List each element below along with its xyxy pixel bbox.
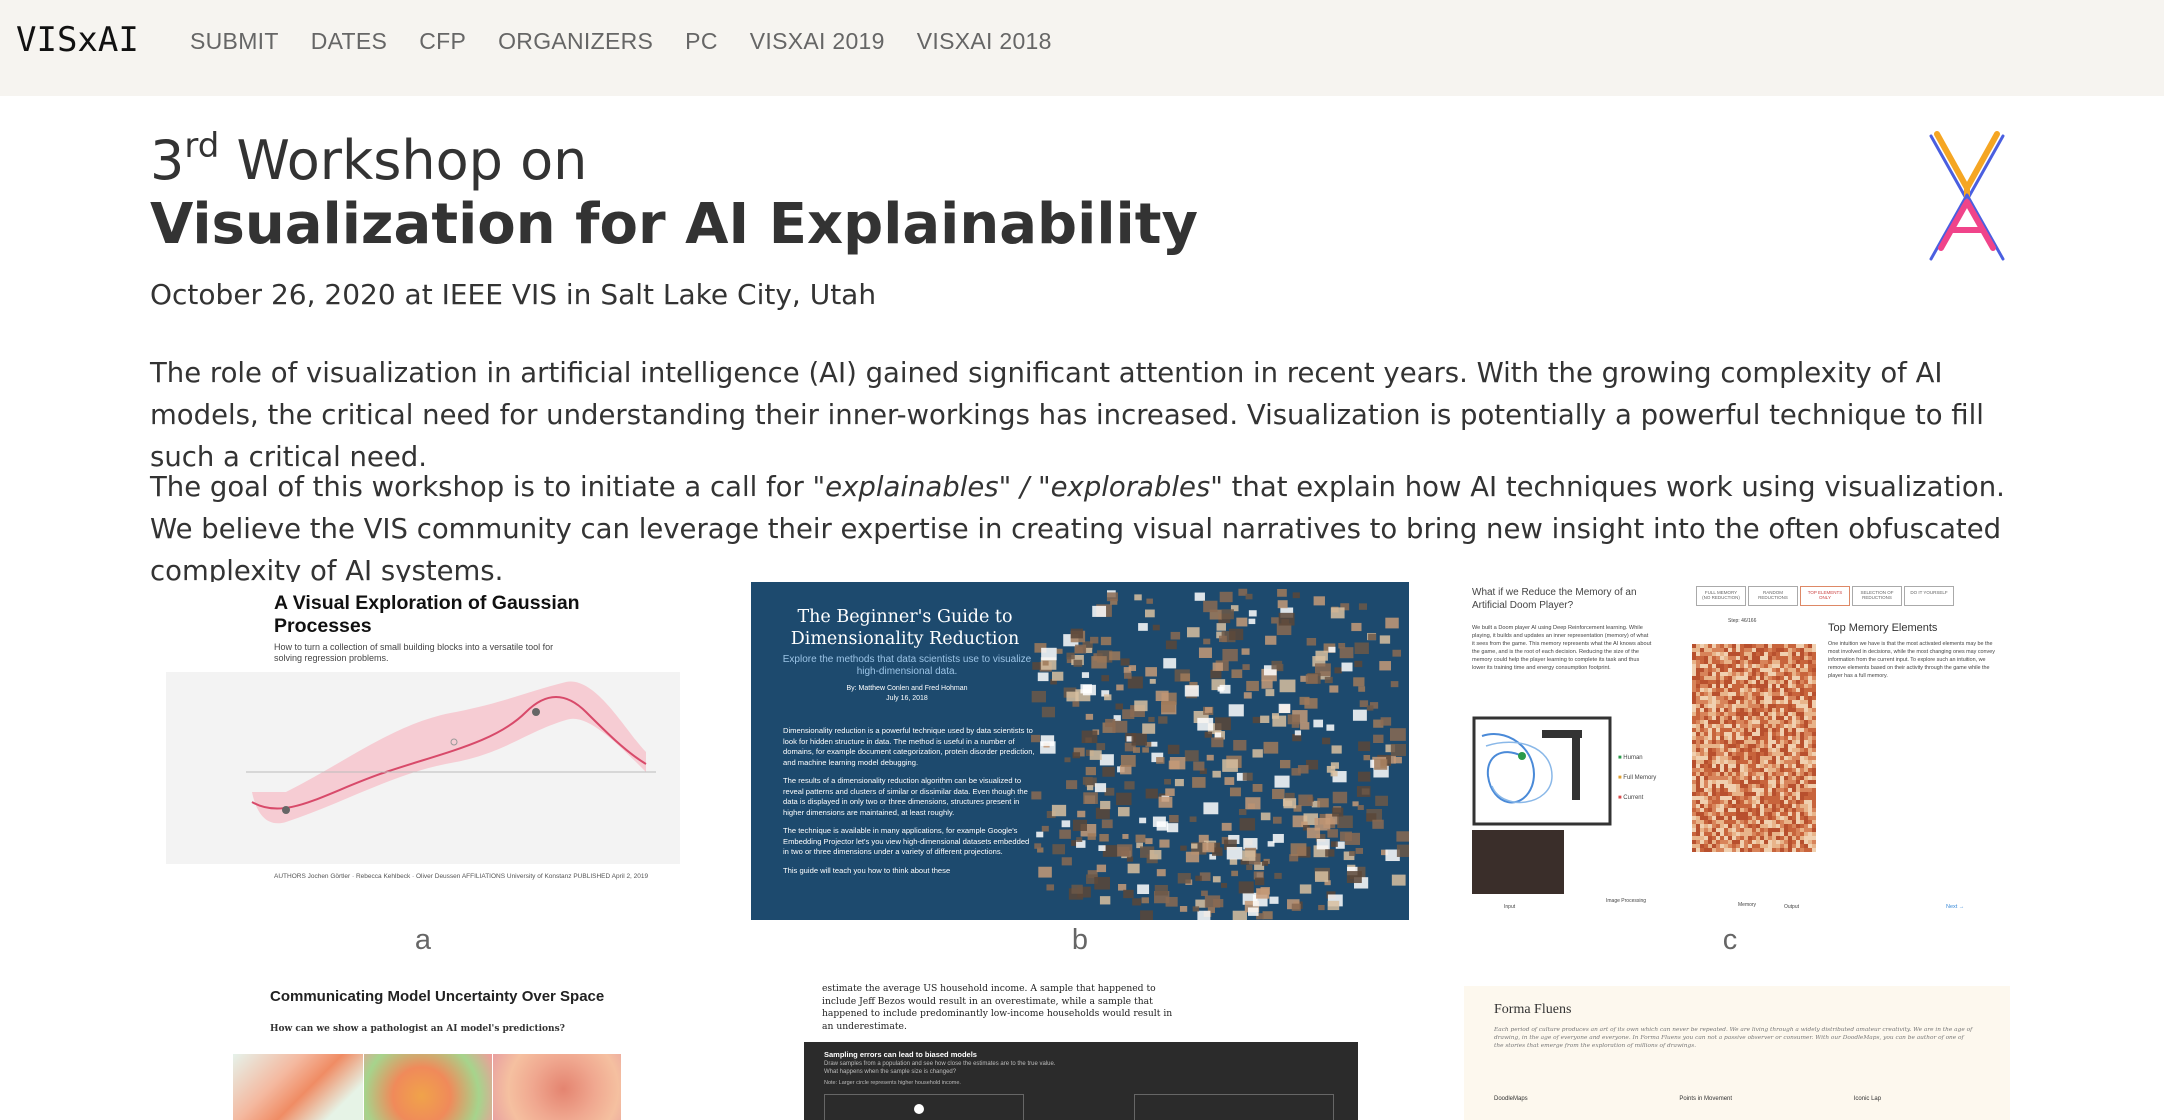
legend-full-memory: ■ Full Memory <box>1618 775 1657 781</box>
thumb-b-title: The Beginner's Guide to Dimensionality R… <box>790 607 1020 649</box>
next-link[interactable]: Next → <box>1946 904 1964 910</box>
thumb-d-subtitle: How can we show a pathologist an AI mode… <box>270 1024 565 1034</box>
body-paragraph: The results of a dimensionality reductio… <box>783 776 1028 817</box>
nav-link-pc[interactable]: PC <box>685 28 718 55</box>
p2-emphasis: "explainables" / "explorables" <box>812 471 1223 503</box>
step-counter: Step: 46/166 <box>1728 618 1757 624</box>
thumb-a-metadata: AUTHORS Jochen Görtler · Rebecca Kehlbec… <box>274 873 649 880</box>
uncertainty-heatmap-2 <box>364 1054 492 1120</box>
thumb-e-text: estimate the average US household income… <box>822 983 1173 1032</box>
uncertainty-heatmap-3 <box>493 1054 621 1120</box>
workshop-title-line2: Visualization for AI Explainability <box>150 192 1198 257</box>
thumb-c-question: What if we Reduce the Memory of an Artif… <box>1472 587 1637 611</box>
workshop-title-line1: 3rd Workshop on <box>150 126 587 192</box>
thumb-b-body: Dimensionality reduction is a powerful t… <box>783 726 1035 884</box>
data-point[interactable] <box>282 806 290 814</box>
game-input-frame <box>1472 830 1564 894</box>
event-date-location: October 26, 2020 at IEEE VIS in Salt Lak… <box>150 278 877 311</box>
sample-dot <box>914 1104 924 1114</box>
reduction-tabs: FULL MEMORY (NO REDUCTION) RANDOM REDUCT… <box>1696 586 1954 606</box>
thumbnail-model-uncertainty[interactable]: Communicating Model Uncertainty Over Spa… <box>230 982 650 1120</box>
data-point[interactable] <box>532 708 540 716</box>
sampling-panel-title: Sampling errors can lead to biased model… <box>824 1050 977 1059</box>
panel-text: One intuition we have is that the most a… <box>1828 641 1995 679</box>
thumb-a-title: A Visual Exploration of Gaussian Process… <box>274 592 580 637</box>
thumb-f-title: Forma Fluens <box>1494 1002 1572 1017</box>
thumb-b-byline: By: Matthew Conlen and Fred Hohman July 1… <box>775 684 1039 704</box>
thumb-d-title: Communicating Model Uncertainty Over Spa… <box>270 988 605 1005</box>
body-paragraph: The technique is available in many appli… <box>783 826 1030 856</box>
tab-random-reductions[interactable]: RANDOM REDUCTIONS <box>1748 586 1798 606</box>
nav-link-organizers[interactable]: ORGANIZERS <box>498 28 653 55</box>
panel-title: Top Memory Elements <box>1828 622 1938 634</box>
thumbnail-dimensionality-reduction[interactable]: The Beginner's Guide to Dimensionality R… <box>751 582 1409 920</box>
byline-authors: By: Matthew Conlen and Fred Hohman <box>846 685 968 692</box>
label-image-processing: Image Processing <box>1606 898 1647 904</box>
ordinal-number: 3 <box>150 129 185 192</box>
nav-links: SUBMIT DATES CFP ORGANIZERS PC VISXAI 20… <box>190 28 1084 55</box>
nav-link-dates[interactable]: DATES <box>311 28 387 55</box>
legend-human: ■ Human <box>1618 755 1643 761</box>
label-input: Input <box>1504 904 1516 910</box>
caption-a: a <box>414 924 432 956</box>
top-navbar: VISxAI SUBMIT DATES CFP ORGANIZERS PC VI… <box>0 0 2164 96</box>
thumb-b-subtitle: Explore the methods that data scientists… <box>782 654 1032 677</box>
nav-link-cfp[interactable]: CFP <box>419 28 466 55</box>
visxai-va-logo-icon <box>1929 131 2005 261</box>
nav-link-visxai-2018[interactable]: VISXAI 2018 <box>917 28 1052 55</box>
body-paragraph: Dimensionality reduction is a powerful t… <box>783 726 1035 767</box>
thumb-f-text: Each period of culture produces an art o… <box>1494 1027 1973 1049</box>
tab-selection[interactable]: SELECTION OF REDUCTIONS <box>1852 586 1902 606</box>
thumbnail-gaussian-processes[interactable]: A Visual Exploration of Gaussian Process… <box>150 582 696 912</box>
p2-before: The goal of this workshop is to initiate… <box>150 471 813 503</box>
sampling-panel: Sampling errors can lead to biased model… <box>804 1042 1358 1120</box>
thumb-c-description: We built a Doom player AI using Deep Rei… <box>1472 625 1652 671</box>
nav-link-visxai-2019[interactable]: VISXAI 2019 <box>750 28 885 55</box>
body-paragraph: This guide will teach you how to think a… <box>783 865 951 875</box>
ordinal-suffix: rd <box>184 126 220 166</box>
caption-b: b <box>1071 924 1089 956</box>
thumbnail-sampling-bias[interactable]: estimate the average US household income… <box>802 980 1358 1120</box>
gaussian-process-plot <box>166 672 680 864</box>
thumb-a-subtitle: How to turn a collection of small buildi… <box>274 642 554 663</box>
byline-date: July 16, 2018 <box>886 695 928 702</box>
label-iconic-lap: Iconic Lap <box>1853 1096 1882 1102</box>
sample-box-left <box>824 1094 1024 1120</box>
sampling-panel-text: Draw samples from a population and see h… <box>824 1061 1056 1075</box>
label-output: Output <box>1784 904 1800 910</box>
memory-heatmap <box>1692 644 1816 852</box>
tab-top-elements[interactable]: TOP ELEMENTS ONLY <box>1800 586 1850 606</box>
label-memory: Memory <box>1738 902 1757 908</box>
brand-logo-link[interactable]: VISxAI <box>16 20 139 60</box>
tab-diy[interactable]: DO IT YOURSELF <box>1904 586 1954 606</box>
label-doodlemaps: DoodleMaps <box>1494 1096 1528 1102</box>
intro-paragraph-1: The role of visualization in artificial … <box>150 357 1984 473</box>
intro-paragraph-2: The goal of this workshop is to initiate… <box>150 466 2010 592</box>
label-points-in-movement: Points in Movement <box>1679 1096 1733 1102</box>
uncertainty-heatmap-1 <box>233 1054 363 1120</box>
sampling-panel-note: Note: Larger circle represents higher ho… <box>824 1080 961 1086</box>
sample-box-right <box>1134 1094 1334 1120</box>
legend-current: ■ Current <box>1618 795 1644 801</box>
thumbnail-doom-memory[interactable]: What if we Reduce the Memory of an Artif… <box>1468 582 2012 912</box>
thumb-f-labels: DoodleMaps Points in Movement Iconic Lap <box>1494 1096 1881 1102</box>
tab-full-memory[interactable]: FULL MEMORY (NO REDUCTION) <box>1696 586 1746 606</box>
map-legend: ■ Human ■ Full Memory ■ Current <box>1618 748 1656 808</box>
nav-link-submit[interactable]: SUBMIT <box>190 28 279 55</box>
title-line1-text: Workshop on <box>219 129 588 192</box>
doom-map-icon <box>1472 716 1612 826</box>
thumbnail-forma-fluens[interactable]: Forma Fluens Each period of culture prod… <box>1464 986 2010 1120</box>
caption-c: c <box>1722 924 1738 956</box>
